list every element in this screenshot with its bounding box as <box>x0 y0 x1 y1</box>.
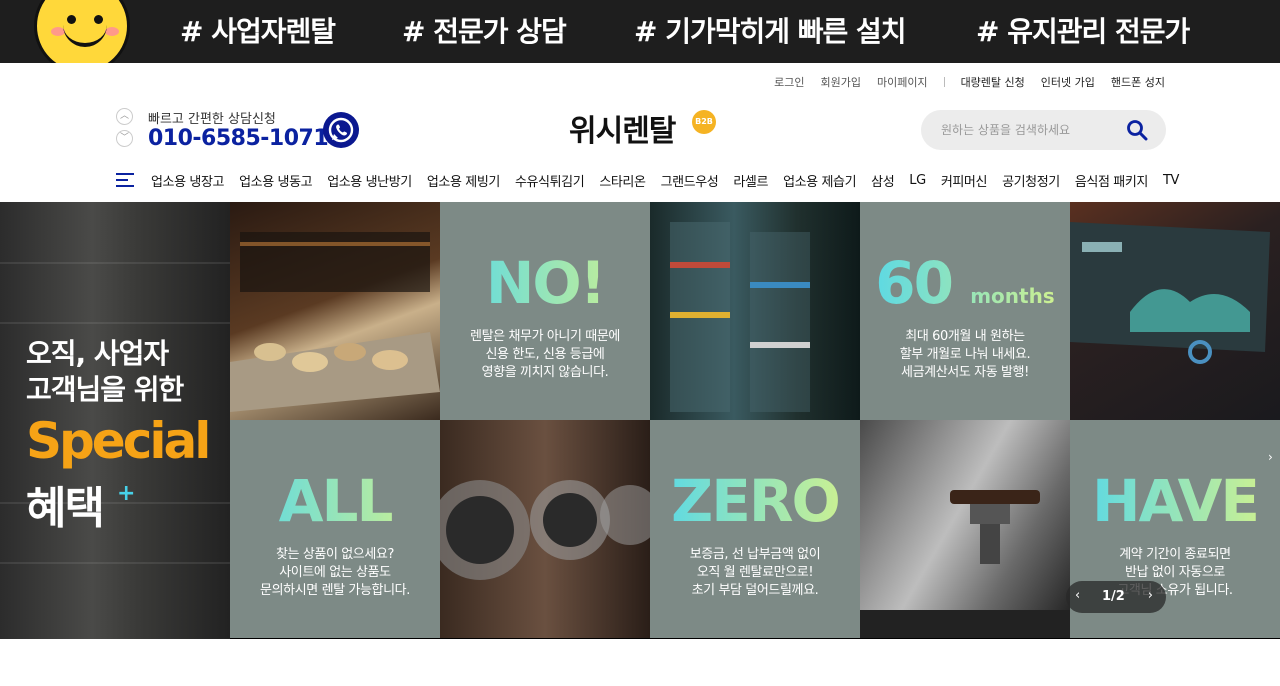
nav-item-ice-maker[interactable]: 업소용 제빙기 <box>427 171 500 190</box>
oven-photo <box>230 202 440 420</box>
panel-no-desc: 렌탈은 채무가 아니기 때문에 신용 한도, 신용 등급에 영향을 끼치지 않습… <box>470 329 620 380</box>
promo-line-1: 오직, 사업자 <box>26 337 169 370</box>
nav-item-starion[interactable]: 스타리온 <box>599 171 646 190</box>
panel-no: NO! 렌탈은 채무가 아니기 때문에 신용 한도, 신용 등급에 영향을 끼치… <box>440 202 650 420</box>
phone-store-link[interactable]: 핸드폰 성지 <box>1111 74 1165 90</box>
hero-slider[interactable]: 오직, 사업자 고객님을 위한 Special 혜택 + NO! 렌탈은 채무가… <box>0 202 1280 639</box>
banner-tag-maintenance: # 유지관리 전문가 <box>976 15 1190 48</box>
search-bar <box>921 110 1166 150</box>
slider-pager: ‹ 1/2 › <box>1066 581 1166 613</box>
display-fridge-photo <box>650 202 860 420</box>
panel-zero: ZERO 보증금, 선 납부금액 없이 오직 월 렌탈료만으로! 초기 부담 덜… <box>650 420 860 638</box>
search-icon[interactable] <box>1126 119 1148 141</box>
nav-item-restaurant-package[interactable]: 음식점 패키지 <box>1075 171 1148 190</box>
nav-item-fryer[interactable]: 수유식튀김기 <box>515 171 585 190</box>
signup-link[interactable]: 회원가입 <box>820 74 860 90</box>
internet-signup-link[interactable]: 인터넷 가입 <box>1041 74 1095 90</box>
counsel-caption: 빠르고 간편한 상담신청 <box>148 112 276 127</box>
bulk-rental-link[interactable]: 대량렌탈 신청 <box>961 74 1025 90</box>
washing-machine-photo <box>440 420 650 638</box>
panel-all-desc: 찾는 상품이 없으세요? 사이트에 없는 상품도 문의하시면 렌탈 가능합니다. <box>260 547 410 598</box>
login-link[interactable]: 로그인 <box>774 74 804 90</box>
panel-months-desc: 최대 60개월 내 원하는 할부 개월로 나눠 내세요. 세금계산서도 자동 발… <box>899 329 1031 380</box>
nav-item-fridge[interactable]: 업소용 냉장고 <box>151 171 224 190</box>
banner-tag-fast-install: # 기가막히게 빠른 설치 <box>634 15 907 48</box>
nav-item-grand-woosung[interactable]: 그랜드우성 <box>661 171 719 190</box>
panel-months-unit: months <box>970 284 1055 308</box>
divider <box>943 77 945 87</box>
search-input[interactable] <box>941 120 1111 140</box>
nav-item-aircon[interactable]: 업소용 냉난방기 <box>327 171 412 190</box>
espresso-machine-photo <box>860 420 1070 638</box>
panel-zero-title: ZERO <box>650 472 860 530</box>
nav-item-samsung[interactable]: 삼성 <box>871 171 895 190</box>
menu-icon[interactable] <box>116 173 134 187</box>
whatsapp-icon[interactable] <box>323 112 359 148</box>
category-nav: 업소용 냉장고 업소용 냉동고 업소용 냉난방기 업소용 제빙기 수유식튀김기 … <box>116 170 1194 190</box>
panel-months-title: 60 months <box>860 254 1070 312</box>
chevron-down-icon[interactable]: ﹀ <box>116 130 133 147</box>
site-logo[interactable]: 위시렌탈 <box>569 106 676 150</box>
panel-months-number: 60 <box>875 249 952 317</box>
top-promo-banner: # 사업자렌탈 # 전문가 상담 # 기가막히게 빠른 설치 # 유지관리 전문… <box>0 0 1280 63</box>
panel-have-title: HAVE <box>1070 472 1280 530</box>
nav-item-coffee-machine[interactable]: 커피머신 <box>941 171 988 190</box>
panel-no-title: NO! <box>440 254 650 312</box>
nav-item-freezer[interactable]: 업소용 냉동고 <box>239 171 312 190</box>
promo-line-2: 고객님을 위한 <box>26 373 184 406</box>
banner-tag-expert-consult: # 전문가 상담 <box>402 15 567 48</box>
nav-item-dehumidifier[interactable]: 업소용 제습기 <box>783 171 856 190</box>
promo-warehouse-panel: 오직, 사업자 고객님을 위한 Special 혜택 + <box>0 202 230 639</box>
chevron-right-edge-icon[interactable]: › <box>1268 450 1280 464</box>
panel-zero-desc: 보증금, 선 납부금액 없이 오직 월 렌탈료만으로! 초기 부담 덜어드릴께요… <box>689 547 821 598</box>
counsel-phone-number[interactable]: 010-6585-1071 <box>148 126 329 151</box>
utility-links: 로그인 회원가입 마이페이지 대량렌탈 신청 인터넷 가입 핸드폰 성지 <box>758 74 1165 90</box>
plus-icon: + <box>117 481 136 506</box>
slider-page-count: 1/2 <box>1102 589 1125 604</box>
panel-60-months: 60 months 최대 60개월 내 원하는 할부 개월로 나눠 내세요. 세… <box>860 202 1070 420</box>
smiley-icon <box>34 0 130 63</box>
panel-all: ALL 찾는 상품이 없으세요? 사이트에 없는 상품도 문의하시면 렌탈 가능… <box>230 420 440 638</box>
slider-prev-button[interactable]: ‹ <box>1075 588 1080 603</box>
laptop-photo <box>1070 202 1280 420</box>
nav-item-air-purifier[interactable]: 공기청정기 <box>1002 171 1060 190</box>
chevron-up-icon[interactable]: ︿ <box>116 108 133 125</box>
panel-all-title: ALL <box>230 472 440 530</box>
promo-benefit: 혜택 <box>26 483 105 534</box>
slider-next-button[interactable]: › <box>1148 588 1153 603</box>
b2b-badge: B2B <box>692 110 716 134</box>
nav-item-lacelle[interactable]: 라셀르 <box>733 171 768 190</box>
banner-tag-business-rental: # 사업자렌탈 <box>180 15 336 48</box>
mypage-link[interactable]: 마이페이지 <box>877 74 928 90</box>
nav-item-tv[interactable]: TV <box>1163 173 1179 188</box>
promo-special: Special <box>26 412 211 470</box>
nav-item-lg[interactable]: LG <box>909 173 926 188</box>
